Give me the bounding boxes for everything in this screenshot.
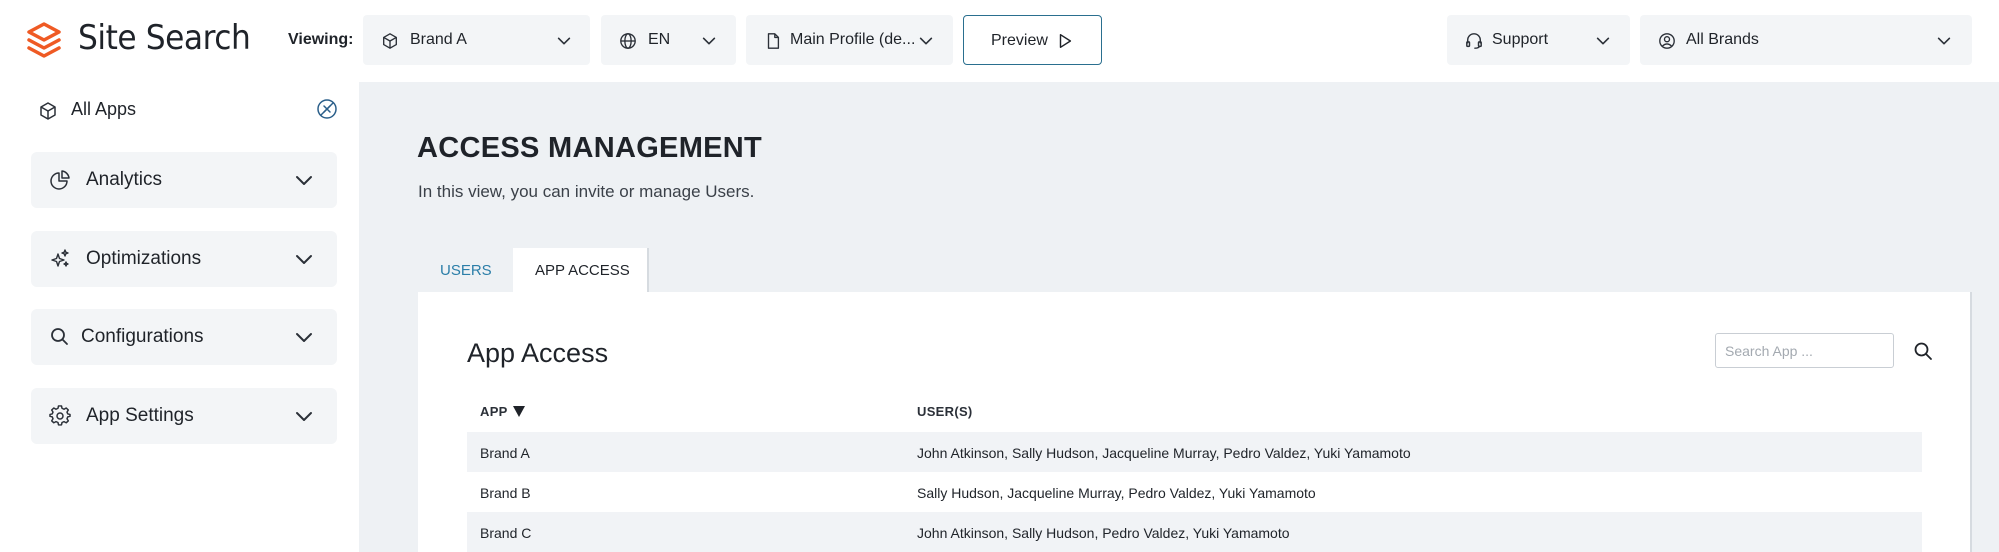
profile-select[interactable]: Main Profile (de...: [746, 15, 953, 65]
column-header-app[interactable]: APP: [480, 404, 525, 419]
viewing-label: Viewing:: [288, 31, 354, 48]
unpin-sidebar-icon[interactable]: [316, 98, 338, 120]
search-icon: [51, 328, 68, 345]
site-search-logo-icon: [27, 22, 61, 58]
search-app-input[interactable]: [1715, 333, 1894, 368]
chevron-down-icon: [1596, 37, 1610, 45]
profile-select-value: Main Profile (de...: [790, 31, 916, 48]
sidebar-item-analytics[interactable]: Analytics: [31, 152, 337, 208]
column-header-users: USER(S): [917, 404, 973, 419]
language-select[interactable]: EN: [601, 15, 736, 65]
column-header-label: USER(S): [917, 404, 973, 419]
app-title: Site Search: [78, 18, 251, 58]
headset-icon: [1466, 33, 1482, 49]
chevron-down-icon: [296, 412, 312, 421]
pie-chart-icon: [50, 170, 70, 190]
support-select-value: Support: [1492, 31, 1549, 48]
sparkle-icon: [51, 249, 69, 267]
chevron-down-icon: [296, 333, 312, 342]
tab-users[interactable]: USERS: [418, 248, 512, 292]
sort-descending-icon: [512, 406, 525, 417]
app-access-card: App Access APP USER(S) Brand A John Atki…: [418, 292, 1972, 552]
cell-app: Brand B: [480, 485, 531, 501]
chevron-down-icon: [919, 37, 933, 45]
cell-app: Brand C: [480, 525, 532, 541]
search-icon[interactable]: [1913, 341, 1933, 361]
page-title: ACCESS MANAGEMENT: [417, 132, 763, 164]
gear-icon: [49, 405, 71, 426]
chevron-down-icon: [1937, 37, 1951, 45]
sidebar: All Apps Analytics Optimizations Configu…: [0, 82, 359, 552]
globe-icon: [620, 33, 636, 49]
brand-select-value: Brand A: [410, 31, 467, 48]
all-apps-label: All Apps: [71, 99, 137, 119]
sidebar-item-label: App Settings: [86, 405, 194, 426]
sidebar-item-label: Optimizations: [86, 248, 202, 269]
tab-app-access[interactable]: APP ACCESS: [513, 248, 649, 292]
tab-label: USERS: [440, 262, 492, 279]
all-brands-select-value: All Brands: [1686, 31, 1759, 48]
page-subtitle: In this view, you can invite or manage U…: [418, 182, 755, 201]
table-row[interactable]: Brand A John Atkinson, Sally Hudson, Jac…: [467, 432, 1922, 472]
cube-icon: [383, 33, 397, 49]
preview-button-label: Preview: [991, 32, 1048, 49]
cell-app: Brand A: [480, 445, 530, 461]
sidebar-item-label: Configurations: [81, 326, 204, 347]
sidebar-item-optimizations[interactable]: Optimizations: [31, 231, 337, 287]
sidebar-item-configurations[interactable]: Configurations: [31, 309, 337, 365]
table-row[interactable]: Brand B Sally Hudson, Jacqueline Murray,…: [467, 472, 1922, 512]
chevron-down-icon: [296, 255, 312, 264]
sidebar-item-label: Analytics: [86, 169, 163, 190]
preview-button[interactable]: Preview: [963, 15, 1102, 65]
language-select-value: EN: [648, 31, 671, 48]
table-row[interactable]: Brand C John Atkinson, Sally Hudson, Ped…: [467, 512, 1922, 552]
document-icon: [767, 33, 780, 49]
cell-users: Sally Hudson, Jacqueline Murray, Pedro V…: [917, 485, 1316, 501]
cell-users: John Atkinson, Sally Hudson, Jacqueline …: [917, 445, 1411, 461]
support-select[interactable]: Support: [1447, 15, 1630, 65]
column-header-label: APP: [480, 404, 508, 419]
chevron-down-icon: [557, 37, 571, 45]
all-brands-select[interactable]: All Brands: [1640, 15, 1972, 65]
cube-icon: [40, 102, 56, 120]
play-icon: [1059, 33, 1072, 49]
card-title: App Access: [467, 338, 609, 368]
main-content: ACCESS MANAGEMENT In this view, you can …: [359, 82, 1999, 552]
chevron-down-icon: [296, 176, 312, 185]
brand-select[interactable]: Brand A: [363, 15, 590, 65]
tab-label: APP ACCESS: [535, 262, 630, 279]
sidebar-item-app-settings[interactable]: App Settings: [31, 388, 337, 444]
user-circle-icon: [1659, 33, 1675, 49]
chevron-down-icon: [702, 37, 716, 45]
top-bar: Site Search Viewing: Brand A EN Main Pro…: [0, 0, 1999, 82]
cell-users: John Atkinson, Sally Hudson, Pedro Valde…: [917, 525, 1290, 541]
